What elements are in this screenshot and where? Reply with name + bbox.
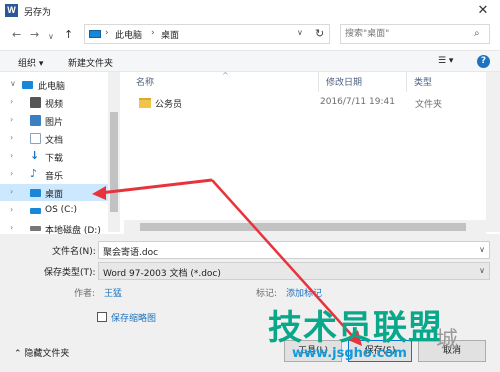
sidebar-item-label: 音乐 — [45, 172, 64, 182]
organize-menu[interactable]: 组织 ▾ — [18, 56, 43, 69]
close-button[interactable]: ✕ — [466, 0, 500, 22]
sidebar-item-downloads[interactable]: › ↓ 下载 — [0, 148, 120, 165]
sidebar-item-documents[interactable]: › 文档 — [0, 130, 120, 147]
hide-folders-label: 隐藏文件夹 — [24, 349, 70, 359]
video-folder-icon — [30, 97, 41, 108]
sidebar-scrollbar-thumb[interactable] — [110, 112, 118, 212]
breadcrumb-separator: › — [151, 28, 155, 38]
new-folder-button[interactable]: 新建文件夹 — [68, 56, 113, 69]
search-icon[interactable]: ⌕ — [474, 28, 480, 39]
sidebar-item-label: 文档 — [45, 136, 64, 146]
drive-d-icon — [30, 226, 41, 231]
expand-arrow-icon[interactable]: › — [10, 205, 13, 214]
tags-label: 标记: — [256, 289, 278, 299]
save-thumbnail-checkbox[interactable] — [97, 312, 107, 322]
expand-arrow-icon[interactable]: › — [10, 133, 13, 142]
filename-value[interactable]: 聚会寄语.doc — [103, 245, 158, 258]
command-toolbar: 组织 ▾ 新建文件夹 ☰ ▾ ? — [0, 50, 500, 72]
filetype-label: 保存类型(T): — [44, 268, 96, 278]
navigation-pane: ∨ 此电脑 › 视频 › 图片 › 文档 › ↓ 下载 › ♪ 音乐 › 桌面 … — [0, 72, 122, 234]
horizontal-scrollbar-thumb[interactable] — [140, 223, 466, 231]
expand-arrow-icon[interactable]: › — [10, 223, 13, 232]
breadcrumb-this-pc[interactable]: 此电脑 — [115, 28, 142, 41]
column-header-date[interactable]: 修改日期 — [326, 75, 362, 88]
watermark-logo: 技术员联盟 — [268, 308, 443, 348]
view-options-button[interactable]: ☰ ▾ — [438, 56, 453, 66]
computer-icon — [89, 30, 101, 38]
search-input[interactable] — [345, 27, 470, 41]
documents-folder-icon — [30, 133, 41, 144]
breadcrumb-desktop[interactable]: 桌面 — [161, 28, 179, 41]
sidebar-item-pictures[interactable]: › 图片 — [0, 112, 120, 129]
filename-field[interactable]: 聚会寄语.doc ∨ — [98, 241, 490, 259]
breadcrumb-separator: › — [105, 28, 109, 38]
file-list: ^ 名称 修改日期 类型 公务员 2016/7/11 19:41 文件夹 — [124, 71, 500, 234]
up-button[interactable]: ↑ — [64, 28, 73, 42]
address-dropdown-icon[interactable]: ∨ — [297, 28, 303, 37]
sidebar-item-label: OS (C:) — [45, 205, 77, 215]
download-icon: ↓ — [30, 149, 40, 162]
author-value[interactable]: 王猛 — [104, 286, 122, 299]
computer-icon — [22, 81, 33, 89]
sidebar-item-music[interactable]: › ♪ 音乐 — [0, 166, 120, 183]
sidebar-item-label: 本地磁盘 (D:) — [45, 226, 101, 234]
author-label: 作者: — [74, 289, 96, 299]
list-item[interactable]: 公务员 2016/7/11 19:41 文件夹 — [132, 94, 482, 112]
back-button[interactable]: ← — [12, 28, 21, 42]
folder-icon — [139, 98, 151, 108]
sidebar-item-drive-c[interactable]: › OS (C:) — [0, 202, 120, 219]
sidebar-item-label: 此电脑 — [38, 82, 66, 92]
file-name: 公务员 — [155, 100, 183, 110]
column-divider[interactable] — [318, 72, 319, 92]
watermark-ghost-text: 城 — [436, 328, 459, 353]
column-header-type[interactable]: 类型 — [414, 75, 432, 88]
hide-folders-button[interactable]: ⌃ 隐藏文件夹 — [14, 346, 69, 359]
sidebar-item-drive-d[interactable]: › 本地磁盘 (D:) — [0, 220, 120, 234]
column-divider[interactable] — [406, 72, 407, 92]
filename-label: 文件名(N): — [52, 247, 96, 257]
expand-arrow-icon[interactable]: › — [10, 187, 13, 196]
expand-arrow-icon[interactable]: › — [10, 115, 13, 124]
address-bar[interactable]: › 此电脑 › 桌面 ∨ — [84, 24, 330, 44]
expand-arrow-icon[interactable]: › — [10, 97, 13, 106]
help-icon[interactable]: ? — [477, 55, 490, 68]
refresh-button[interactable]: ↻ — [315, 27, 324, 40]
save-thumbnail-label[interactable]: 保存缩略图 — [111, 311, 156, 324]
column-header-name[interactable]: 名称 — [136, 75, 154, 88]
file-date: 2016/7/11 19:41 — [320, 97, 395, 107]
sidebar-item-videos[interactable]: › 视频 — [0, 94, 120, 111]
window-title: 另存为 — [24, 8, 52, 18]
sort-caret-icon: ^ — [222, 71, 229, 80]
search-box[interactable]: ⌕ — [340, 24, 490, 44]
sidebar-item-desktop[interactable]: › 桌面 — [0, 184, 120, 201]
forward-button[interactable]: → — [30, 28, 39, 42]
chevron-down-icon[interactable]: ∨ — [479, 266, 485, 275]
recent-locations-button[interactable]: ∨ — [48, 30, 54, 44]
filetype-value: Word 97-2003 文档 (*.doc) — [103, 269, 221, 279]
sidebar-item-label: 图片 — [45, 118, 64, 128]
sidebar-item-this-pc[interactable]: ∨ 此电脑 — [0, 76, 120, 93]
sidebar-item-label: 视频 — [45, 100, 64, 110]
watermark-url: www.jsgho.com — [292, 346, 407, 361]
file-type: 文件夹 — [415, 100, 443, 110]
chevron-up-icon: ⌃ — [14, 349, 22, 359]
expand-arrow-icon[interactable]: › — [10, 151, 13, 160]
tags-value[interactable]: 添加标记 — [286, 286, 322, 299]
file-list-vertical-scrollbar[interactable] — [486, 72, 500, 232]
pictures-folder-icon — [30, 115, 41, 126]
sidebar-item-label: 桌面 — [45, 190, 64, 200]
drive-c-icon — [30, 208, 41, 214]
filetype-select[interactable]: Word 97-2003 文档 (*.doc) ∨ — [98, 262, 490, 280]
music-icon: ♪ — [30, 167, 38, 180]
word-app-icon: W — [5, 4, 18, 17]
expand-arrow-icon[interactable]: › — [10, 169, 13, 178]
collapse-arrow-icon[interactable]: ∨ — [10, 79, 16, 88]
chevron-down-icon[interactable]: ∨ — [479, 245, 485, 254]
desktop-icon — [30, 189, 41, 197]
sidebar-item-label: 下载 — [45, 154, 64, 164]
title-bar: W 另存为 ✕ — [0, 0, 500, 22]
